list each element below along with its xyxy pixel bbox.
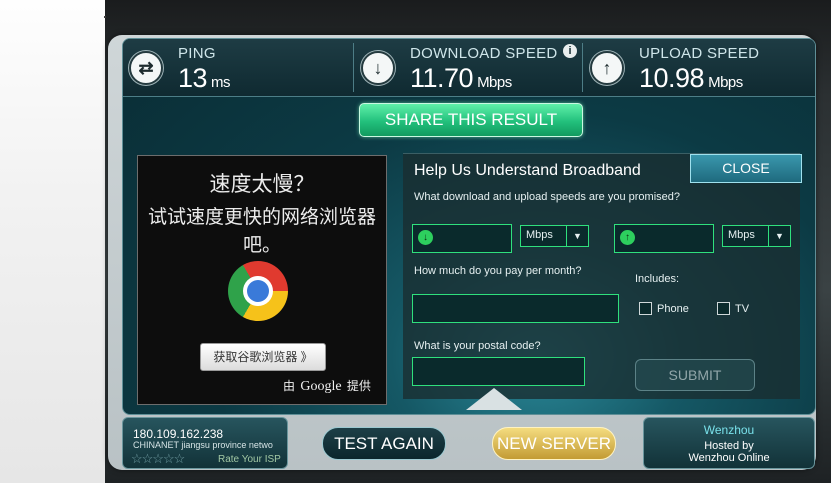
divider-dot xyxy=(104,16,106,18)
pay-question: How much do you pay per month? xyxy=(414,265,582,277)
download-arrow-icon: ↓ xyxy=(418,230,433,245)
get-chrome-button[interactable]: 获取谷歌浏览器 》 xyxy=(200,343,326,371)
postal-question: What is your postal code? xyxy=(414,340,541,352)
promised-download-input[interactable]: ↓ xyxy=(412,224,512,253)
download-label: DOWNLOAD SPEED xyxy=(410,45,558,62)
upload-label: UPLOAD SPEED xyxy=(639,45,760,62)
postal-code-input[interactable] xyxy=(412,357,585,386)
ad-by-suffix: 提供 xyxy=(346,379,371,393)
upload-unit-select[interactable]: Mbps ▼ xyxy=(722,225,791,247)
stats-bar: ⇄ PING 13 ms ↓ DOWNLOAD SPEED 11.70 Mbps i… xyxy=(123,39,815,97)
download-stat: ↓ DOWNLOAD SPEED 11.70 Mbps i xyxy=(355,39,583,96)
server-city: Wenzhou xyxy=(703,423,755,437)
ping-unit: ms xyxy=(211,74,231,91)
chrome-ad-panel[interactable]: 速度太慢？ 试试速度更快的网络浏览器吧。 获取谷歌浏览器 》 由 Google … xyxy=(137,155,387,405)
google-wordmark: Google xyxy=(300,379,342,394)
isp-info-box: 180.109.162.238 CHINANET jiangsu provinc… xyxy=(122,417,288,469)
chrome-logo-icon xyxy=(228,261,288,321)
phone-checkbox[interactable] xyxy=(639,302,652,315)
ip-address: 180.109.162.238 xyxy=(133,427,224,441)
stats-divider xyxy=(353,43,354,92)
upload-arrow-icon: ↑ xyxy=(590,51,624,85)
broadband-survey-panel: Help Us Understand Broadband CLOSE What … xyxy=(403,153,802,399)
test-again-button[interactable]: TEST AGAIN xyxy=(322,427,446,460)
upload-stat: ↑ UPLOAD SPEED 10.98 Mbps xyxy=(584,39,815,96)
server-host: Hosted by Wenzhou Online xyxy=(644,440,814,464)
upload-unit: Mbps xyxy=(708,74,743,91)
upload-number: 10.98 xyxy=(639,63,705,93)
upload-arrow-icon: ↑ xyxy=(620,230,635,245)
ad-subtext: 试试速度更快的网络浏览器吧。 xyxy=(148,207,377,256)
ad-by-prefix: 由 xyxy=(283,379,296,393)
submit-button[interactable]: SUBMIT xyxy=(635,359,755,391)
stats-divider xyxy=(582,43,583,92)
new-server-button[interactable]: NEW SERVER xyxy=(492,427,616,460)
promised-upload-input[interactable]: ↑ xyxy=(614,224,714,253)
chevron-down-icon: ▼ xyxy=(566,226,588,246)
monthly-price-input[interactable] xyxy=(412,294,619,323)
includes-label: Includes: xyxy=(635,273,680,285)
chevron-down-icon: ▼ xyxy=(768,226,790,246)
ping-stat: ⇄ PING 13 ms xyxy=(123,39,351,96)
download-value: 11.70 Mbps xyxy=(410,63,512,94)
rate-isp-link[interactable]: Rate Your ISP xyxy=(218,454,281,465)
panel-notch xyxy=(466,388,522,410)
ad-attribution: 由 Google 提供 xyxy=(283,377,371,395)
ping-value: 13 ms xyxy=(178,63,231,94)
upload-value: 10.98 Mbps xyxy=(639,63,743,94)
ping-label: PING xyxy=(178,45,216,62)
tv-label: TV xyxy=(735,303,750,315)
bottom-bar: 180.109.162.238 CHINANET jiangsu provinc… xyxy=(122,417,815,469)
tv-checkbox[interactable] xyxy=(717,302,730,315)
download-unit: Mbps xyxy=(477,74,512,91)
download-unit-select[interactable]: Mbps ▼ xyxy=(520,225,589,247)
ping-number: 13 xyxy=(178,63,208,93)
download-unit-value: Mbps xyxy=(526,229,553,241)
download-number: 11.70 xyxy=(410,63,474,93)
share-result-button[interactable]: SHARE THIS RESULT xyxy=(359,103,583,137)
isp-name: CHINANET jiangsu province netwo xyxy=(133,440,273,450)
upload-unit-value: Mbps xyxy=(728,229,755,241)
info-icon[interactable]: i xyxy=(563,44,577,58)
rating-stars[interactable]: ☆☆☆☆☆ xyxy=(131,451,185,467)
ad-headline: 速度太慢？ xyxy=(209,173,315,196)
speeds-question: What download and upload speeds are you … xyxy=(414,191,681,203)
ping-arrows-icon: ⇄ xyxy=(129,51,163,85)
download-arrow-icon: ↓ xyxy=(361,51,395,85)
hosted-by-label: Hosted by xyxy=(704,440,754,452)
close-button[interactable]: CLOSE xyxy=(690,154,802,183)
server-info-box: Wenzhou Hosted by Wenzhou Online xyxy=(643,417,815,469)
survey-title: Help Us Understand Broadband xyxy=(414,162,641,179)
host-name: Wenzhou Online xyxy=(688,452,770,464)
phone-label: Phone xyxy=(657,303,689,315)
